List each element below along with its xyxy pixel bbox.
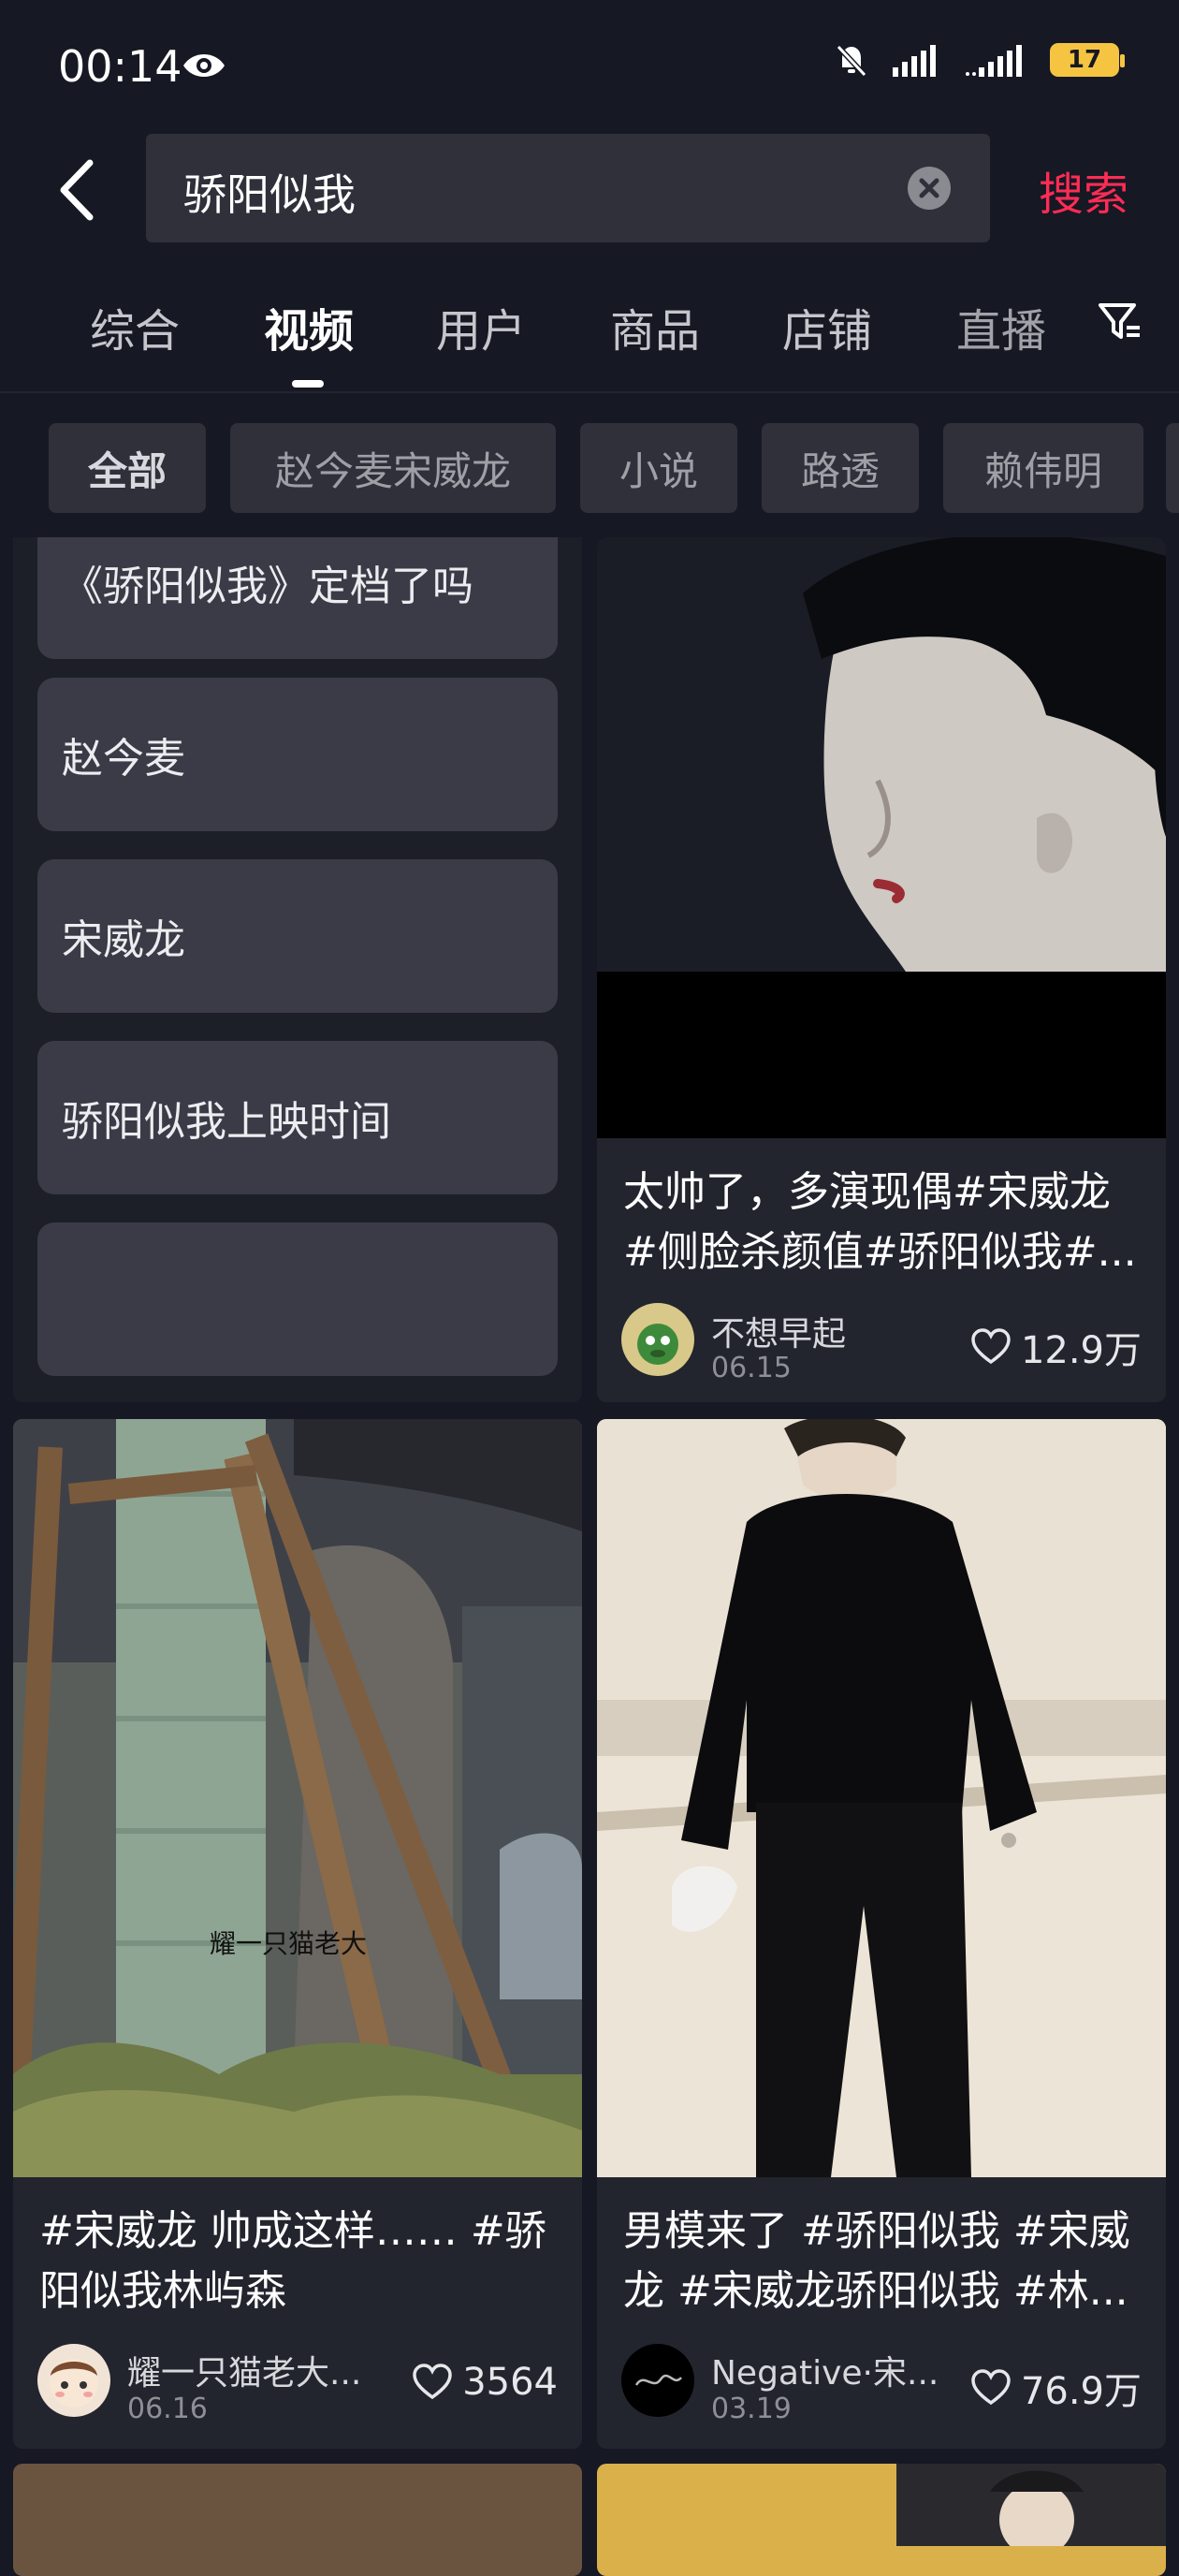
video-title[interactable]: #宋威龙 帅成这样…… #骄阳似我林屿森 [39, 2202, 556, 2321]
battery-level: 17 [1067, 46, 1102, 74]
video-card[interactable]: 男模来了 #骄阳似我 #宋威龙 #宋威龙骄阳似我 #林... Negative·… [597, 1419, 1166, 2449]
video-date: 06.16 [127, 2393, 208, 2425]
like-count-value: 3564 [462, 2361, 558, 2404]
video-card[interactable] [13, 2464, 582, 2576]
signal-2-icon [966, 45, 1022, 77]
heart-icon [413, 2364, 452, 2400]
divider [0, 391, 1179, 393]
tab-bar: 综合 视频 用户 商品 店铺 直播 [0, 281, 1179, 384]
eye-icon [183, 54, 225, 77]
tab-indicator [292, 380, 324, 388]
suggestion-item[interactable]: 《骄阳似我》定档了吗 [37, 537, 558, 659]
chip-zhao-song[interactable]: 赵今麦宋威龙 [230, 423, 556, 513]
tab-video[interactable]: 视频 [264, 294, 354, 359]
video-card[interactable]: 耀一只猫老大 #宋威龙 帅成这样…… #骄阳似我林屿森 耀一只猫老大... 06… [13, 1419, 582, 2449]
watermark-text: 耀一只猫老大 [210, 1928, 367, 1959]
author-name[interactable]: Negative·宋... [711, 2346, 939, 2394]
video-card[interactable] [597, 2464, 1166, 2576]
author-avatar[interactable] [621, 2344, 694, 2417]
video-thumbnail[interactable]: 耀一只猫老大 [13, 1419, 582, 2177]
suggestion-item[interactable]: 宋威龙 [37, 859, 558, 1013]
chip-lai[interactable]: 赖伟明 [943, 423, 1143, 513]
video-date: 06.15 [711, 1352, 792, 1384]
tab-stores[interactable]: 店铺 [782, 294, 872, 359]
search-button[interactable]: 搜索 [1039, 157, 1128, 223]
author-name[interactable]: 耀一只猫老大... [127, 2346, 361, 2394]
chip-all[interactable]: 全部 [49, 423, 206, 513]
mute-bell-icon [836, 44, 867, 78]
video-thumbnail[interactable] [597, 1419, 1166, 2177]
video-title[interactable]: 男模来了 #骄阳似我 #宋威龙 #宋威龙骄阳似我 #林... [623, 2202, 1140, 2321]
search-query[interactable]: 骄阳似我 [183, 161, 356, 223]
like-count-value: 76.9万 [1020, 2370, 1142, 2413]
suggestion-item[interactable]: 骄阳似我上映时间 [37, 1041, 558, 1194]
chip-street[interactable]: 路透 [762, 423, 919, 513]
related-search-panel: 《骄阳似我》定档了吗 赵今麦 宋威龙 骄阳似我上映时间 [13, 537, 582, 1402]
battery-icon: 17 [1050, 43, 1125, 77]
tab-users[interactable]: 用户 [436, 294, 526, 359]
like-count-value: 12.9万 [1020, 1329, 1142, 1372]
video-date: 03.19 [711, 2393, 792, 2425]
tab-products[interactable]: 商品 [610, 294, 700, 359]
heart-icon [971, 2369, 1011, 2406]
like-count[interactable]: 76.9万 [970, 2361, 1142, 2415]
like-count[interactable]: 12.9万 [970, 1320, 1142, 1374]
filter-icon[interactable] [1097, 298, 1143, 344]
author-avatar[interactable] [621, 1303, 694, 1376]
suggestion-item[interactable] [37, 1222, 558, 1376]
signal-icon [893, 45, 936, 77]
video-title[interactable]: 太帅了，多演现偶#宋威龙 #侧脸杀颜值#骄阳似我#... [623, 1163, 1140, 1282]
status-time: 00:14 [58, 41, 182, 92]
tab-live[interactable]: 直播 [956, 294, 1046, 359]
heart-icon [971, 1328, 1011, 1365]
author-name[interactable]: 不想早起 [711, 1307, 846, 1355]
like-count[interactable]: 3564 [412, 2361, 558, 2404]
status-icons: 17 [833, 41, 1125, 79]
author-avatar[interactable] [37, 2344, 110, 2417]
chip-novel[interactable]: 小说 [580, 423, 737, 513]
suggestion-item[interactable]: 赵今麦 [37, 678, 558, 831]
back-arrow-icon[interactable] [54, 157, 101, 223]
clear-icon[interactable] [908, 167, 951, 210]
tab-comprehensive[interactable]: 综合 [90, 294, 180, 359]
video-thumbnail[interactable] [597, 537, 1166, 1138]
video-card[interactable]: 太帅了，多演现偶#宋威龙 #侧脸杀颜值#骄阳似我#... 不想早起 06.15 … [597, 537, 1166, 1402]
chip-more[interactable] [1166, 423, 1179, 513]
